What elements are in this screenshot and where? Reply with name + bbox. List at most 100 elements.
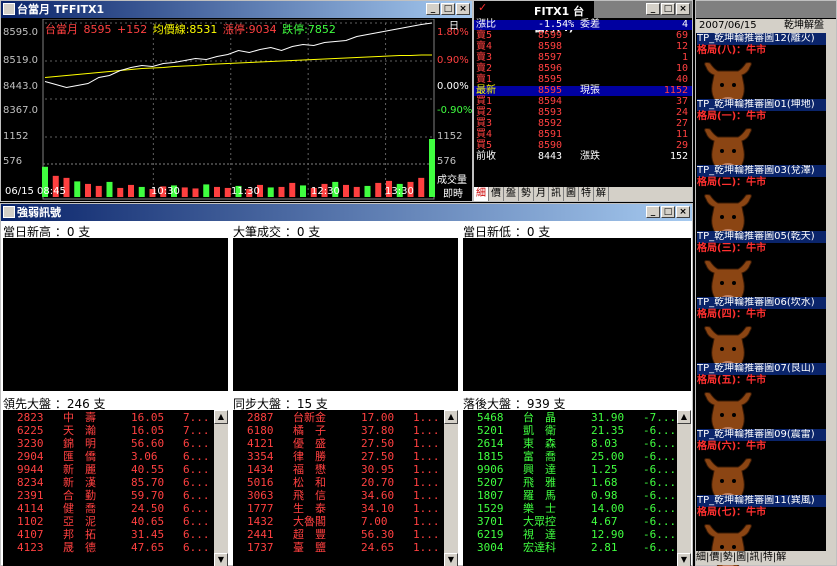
quote-row[interactable]: 賣5 8599 69: [474, 31, 692, 41]
list-item[interactable]: 2823 中 壽 16.05 7...: [3, 411, 228, 424]
list-item[interactable]: 4114 健 喬 24.50 6...: [3, 502, 228, 515]
news-item-title[interactable]: TP_乾坤輪推審圖11(巽風): [697, 495, 827, 507]
close-button[interactable]: ×: [676, 3, 690, 15]
news-item-title[interactable]: TP_乾坤輪推審圖03(兌澤): [697, 165, 827, 177]
minimize-button[interactable]: _: [646, 3, 660, 15]
maximize-button[interactable]: □: [661, 3, 675, 15]
quote-row[interactable]: 買3 8592 27: [474, 119, 692, 129]
scroll-up-icon[interactable]: ▲: [677, 410, 691, 424]
list-item[interactable]: 2614 東 森 8.03 -6...: [463, 437, 691, 450]
scroll-up-icon[interactable]: ▲: [214, 410, 228, 424]
quote-tab[interactable]: 勢: [519, 187, 534, 201]
quote-row[interactable]: 賣1 8595 40: [474, 75, 692, 85]
list-item[interactable]: 3063 飛 信 34.60 1...: [233, 489, 458, 502]
list-item[interactable]: 2887 台新金 17.00 1...: [233, 411, 458, 424]
list-item[interactable]: 1777 生 泰 34.10 1...: [233, 502, 458, 515]
list-item[interactable]: 3230 錦 明 56.60 6...: [3, 437, 228, 450]
scroll-down-icon[interactable]: ▼: [677, 553, 691, 566]
list-item[interactable]: 1432 大魯閣 7.00 1...: [233, 515, 458, 528]
list-item[interactable]: 1737 臺 鹽 24.65 1...: [233, 541, 458, 554]
scroll-up-icon[interactable]: ▲: [444, 410, 458, 424]
minimize-button[interactable]: _: [426, 3, 440, 15]
list-item[interactable]: 5016 松 和 20.70 1...: [233, 476, 458, 489]
news-scrollbar[interactable]: [826, 33, 836, 551]
quote-body[interactable]: 漲比 -1.54% 委差 4 賣5 8599 69 賣4 8598 12 賣3 8597 1 賣2 8596…: [474, 19, 692, 201]
list-scrollbar[interactable]: ▲ ▼: [444, 410, 458, 566]
list-item[interactable]: 9944 新 麗 40.55 6...: [3, 463, 228, 476]
news-item-title[interactable]: TP_乾坤輪推審圖09(震雷): [697, 429, 827, 441]
strong-titlebar[interactable]: 強弱訊號 _ □ ×: [1, 204, 692, 221]
quote-row[interactable]: 買1 8594 37: [474, 97, 692, 107]
list-scrollbar[interactable]: ▲ ▼: [214, 410, 228, 566]
maximize-button[interactable]: □: [441, 3, 455, 15]
list-item[interactable]: 3354 律 勝 27.50 1...: [233, 450, 458, 463]
news-item[interactable]: TP_乾坤輪推審圖03(兌澤) 格局(二)：牛市: [696, 165, 836, 240]
quote-tab[interactable]: 盤: [504, 187, 519, 201]
close-button[interactable]: ×: [456, 3, 470, 15]
quote-row[interactable]: 買5 8590 29: [474, 141, 692, 151]
list-item[interactable]: 3701 大眾控 4.67 -6...: [463, 515, 691, 528]
list-item[interactable]: 1807 羅 馬 0.98 -6...: [463, 489, 691, 502]
list-item[interactable]: 5207 飛 雅 1.68 -6...: [463, 476, 691, 489]
list-item[interactable]: 4121 優 盛 27.50 1...: [233, 437, 458, 450]
chart-titlebar[interactable]: 台當月 TFFITX1 _ □ ×: [1, 1, 472, 18]
quote-row[interactable]: 買2 8593 24: [474, 108, 692, 118]
close-button[interactable]: ×: [676, 206, 690, 218]
new-low-list[interactable]: [463, 238, 691, 391]
quote-tab[interactable]: 價: [489, 187, 504, 201]
news-item-title[interactable]: TP_乾坤輪推審圖05(乾天): [697, 231, 827, 243]
quote-tab[interactable]: 圖: [564, 187, 579, 201]
quote-row[interactable]: 前收 8443 漲跌 152: [474, 152, 692, 162]
quote-row[interactable]: 賣2 8596 10: [474, 64, 692, 74]
list-item[interactable]: 1102 亞 泥 40.65 6...: [3, 515, 228, 528]
list-item[interactable]: 6225 天 瀚 16.05 7...: [3, 424, 228, 437]
news-item[interactable]: TP_乾坤輪推審圖01(坤地) 格局(一)：牛市: [696, 99, 836, 174]
list-item[interactable]: 3004 宏達科 2.81 -6...: [463, 541, 691, 554]
list-item[interactable]: 2904 匯 僑 3.06 6...: [3, 450, 228, 463]
news-item[interactable]: TP_乾坤輪推審圖07(艮山) 格局(五)：牛市: [696, 363, 836, 438]
list-item[interactable]: 8234 新 漢 85.70 6...: [3, 476, 228, 489]
new-high-list[interactable]: [3, 238, 228, 391]
list-scrollbar[interactable]: ▲ ▼: [677, 410, 691, 566]
quote-tab[interactable]: 特: [579, 187, 594, 201]
list-item[interactable]: 5201 凱 衛 21.35 -6...: [463, 424, 691, 437]
news-item[interactable]: TP_乾坤輪推審圖12(離火) 格局(八)：牛市: [696, 33, 836, 108]
news-item[interactable]: TP_乾坤輪推審圖06(坎水) 格局(四)：牛市: [696, 297, 836, 372]
scroll-down-icon[interactable]: ▼: [214, 553, 228, 566]
list-item[interactable]: 2441 超 豐 56.30 1...: [233, 528, 458, 541]
quote-row[interactable]: 買4 8591 11: [474, 130, 692, 140]
quote-tab[interactable]: 月: [534, 187, 549, 201]
news-item-title[interactable]: TP_乾坤輪推審圖12(離火): [697, 33, 827, 45]
chart-body[interactable]: 台當月 8595 +152 均價線:8531 漲停:9034 跌停:7852 8…: [1, 19, 472, 201]
quote-tab[interactable]: 細: [474, 187, 489, 201]
list-item[interactable]: 4123 晟 德 47.65 6...: [3, 541, 228, 554]
news-titlebar[interactable]: [696, 1, 836, 18]
news-tabs[interactable]: 細|價|勢|圖|訊|特|解: [696, 551, 836, 565]
list-item[interactable]: 4107 邦 拓 31.45 6...: [3, 528, 228, 541]
scroll-down-icon[interactable]: ▼: [444, 553, 458, 566]
quote-row[interactable]: 賣4 8598 12: [474, 42, 692, 52]
minimize-button[interactable]: _: [646, 206, 660, 218]
list-item[interactable]: 1815 富 喬 25.00 -6...: [463, 450, 691, 463]
stock-list[interactable]: 2887 台新金 17.00 1... 6180 橘 子 37.80 1... 4121 優 盛 2…: [233, 410, 458, 566]
news-item-title[interactable]: TP_乾坤輪推審圖01(坤地): [697, 99, 827, 111]
list-item[interactable]: 2391 合 勤 59.70 6...: [3, 489, 228, 502]
stock-list[interactable]: 2823 中 壽 16.05 7... 6225 天 瀚 16.05 7... 3230 錦 明 5…: [3, 410, 228, 566]
quote-tab[interactable]: 解: [594, 187, 609, 201]
list-item[interactable]: 9906 興 達 1.25 -6...: [463, 463, 691, 476]
news-item-title[interactable]: TP_乾坤輪推審圖07(艮山): [697, 363, 827, 375]
quote-tab[interactable]: 訊: [549, 187, 564, 201]
list-item[interactable]: 6219 視 達 12.90 -6...: [463, 528, 691, 541]
news-item[interactable]: TP_乾坤輪推審圖09(震雷) 格局(六)：牛市: [696, 429, 836, 504]
list-item[interactable]: 6180 橘 子 37.80 1...: [233, 424, 458, 437]
stock-list[interactable]: 5468 台 晶 31.90 -7... 5201 凱 衛 21.35 -6... 2614 東 …: [463, 410, 691, 566]
news-item-title[interactable]: TP_乾坤輪推審圖06(坎水): [697, 297, 827, 309]
quote-row[interactable]: 漲比 -1.54% 委差 4: [474, 20, 692, 30]
quote-row[interactable]: 賣3 8597 1: [474, 53, 692, 63]
list-item[interactable]: 1529 樂 士 14.00 -6...: [463, 502, 691, 515]
list-item[interactable]: 1434 福 懋 30.95 1...: [233, 463, 458, 476]
news-item[interactable]: TP_乾坤輪推審圖05(乾天) 格局(三)：牛市: [696, 231, 836, 306]
maximize-button[interactable]: □: [661, 206, 675, 218]
list-item[interactable]: 5468 台 晶 31.90 -7...: [463, 411, 691, 424]
big-trade-list[interactable]: [233, 238, 458, 391]
